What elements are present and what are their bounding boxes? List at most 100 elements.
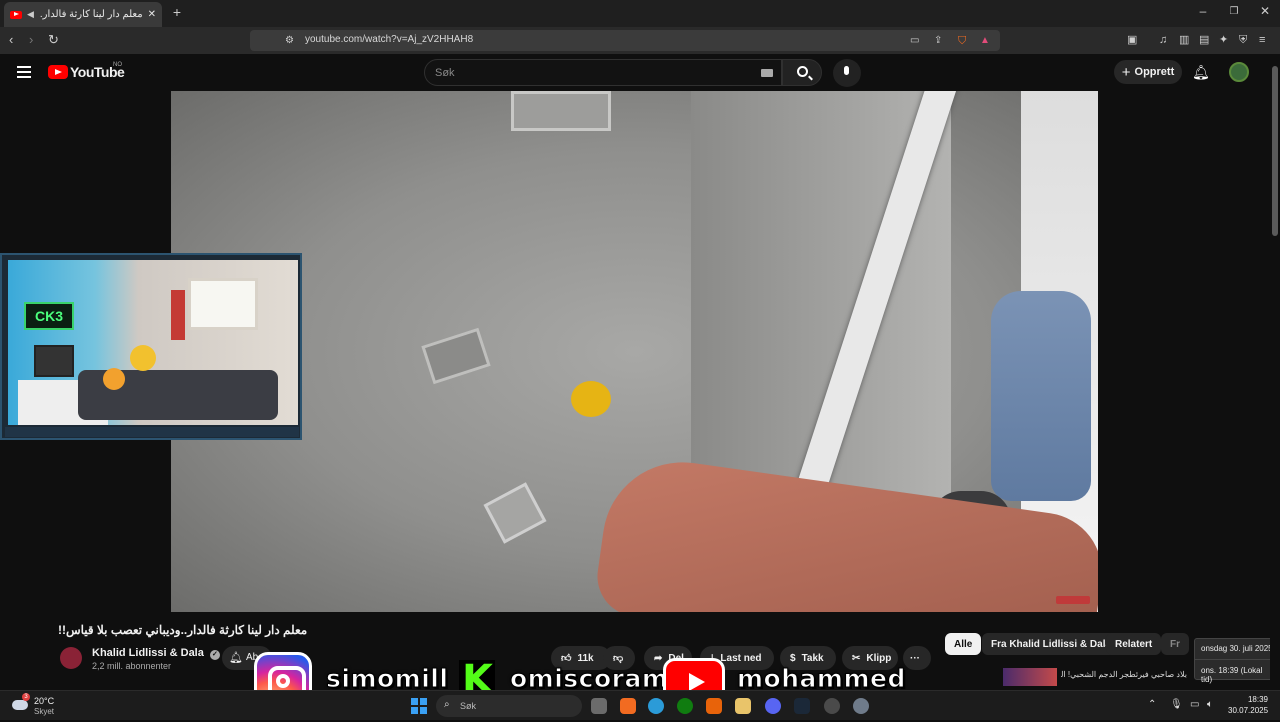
forward-icon[interactable]: ›	[29, 32, 33, 48]
search-icon	[797, 66, 808, 77]
vpn-icon[interactable]: ⛨	[1239, 32, 1247, 48]
browser-toolbar: ‹ › ↻ ⚑ ⚙ youtube.com/watch?v=Aj_zV2HHAH…	[0, 27, 1280, 54]
instagram-handle: simomill	[325, 664, 449, 694]
video-player[interactable]	[171, 91, 1098, 612]
channel-name[interactable]: Khalid Lidlissi & Dala ✓	[92, 647, 220, 660]
hamburger-menu-icon[interactable]	[17, 66, 31, 78]
weather-description: Skyet	[34, 707, 55, 716]
share-page-icon[interactable]: ⇪	[934, 33, 942, 49]
video-frame-person-legs	[991, 291, 1091, 501]
webcam-flag	[171, 290, 185, 340]
edge-icon[interactable]	[648, 698, 664, 714]
search-button[interactable]	[782, 59, 822, 86]
restore-button[interactable]: ❐	[1224, 6, 1244, 17]
video-title: معلم دار لينا كارثة فالدار..وديباني تعصب…	[58, 623, 308, 637]
steam-icon[interactable]	[794, 698, 810, 714]
youtube-logo-icon[interactable]	[48, 65, 68, 79]
account-avatar[interactable]	[1229, 62, 1249, 82]
plus-icon: +	[1121, 63, 1131, 81]
file-explorer-icon[interactable]	[735, 698, 751, 714]
tooltip-time: ons. 18:39 (Lokal tid)	[1201, 666, 1263, 684]
create-label: Opprett	[1134, 66, 1175, 78]
taskbar-search-text: Søk	[460, 701, 477, 711]
youtube-favicon-icon	[10, 10, 22, 19]
video-frame-yellow-cap	[571, 381, 611, 417]
chip-related[interactable]: Relatert	[1106, 633, 1162, 655]
leo-ai-icon[interactable]: ✦	[1219, 32, 1228, 48]
cloud-icon	[12, 700, 28, 710]
menu-icon[interactable]: ≡	[1259, 32, 1265, 48]
new-tab-button[interactable]: +	[167, 4, 187, 20]
taskbar: 3 20°C Skyet ⌕ Søk ⌃ 🎙︎ ▭ 🔈︎ 18:39 30.07…	[0, 690, 1280, 720]
browser-tab[interactable]: ◀ معلم دار لينا كارثة فالدار..وديباني...…	[4, 2, 162, 27]
tab-search-icon[interactable]: ▣	[1127, 32, 1137, 48]
brave-rewards-icon[interactable]: ▲	[980, 33, 990, 49]
discord-icon[interactable]	[765, 698, 781, 714]
recommended-thumbnail[interactable]	[1003, 668, 1057, 686]
clock[interactable]: 18:39 30.07.2025	[1228, 695, 1268, 715]
keyboard-icon[interactable]	[761, 69, 773, 77]
channel-avatar[interactable]	[60, 647, 82, 669]
weather-widget[interactable]: 3 20°C Skyet	[12, 693, 82, 717]
tab-close-icon[interactable]: ✕	[148, 9, 156, 20]
minimize-button[interactable]: –	[1193, 4, 1213, 18]
task-view-icon[interactable]	[591, 698, 607, 714]
verified-badge-icon: ✓	[209, 650, 220, 660]
xbox-icon[interactable]	[677, 698, 693, 714]
youtube-header: YouTube NO Søk + Opprett 🔔︎	[0, 54, 1280, 91]
reload-icon[interactable]: ↻	[48, 32, 59, 48]
webcam-tv	[34, 345, 74, 377]
window-close-button[interactable]: ✕	[1255, 4, 1275, 18]
temperature: 20°C	[34, 696, 55, 706]
webcam-overlay: CK3	[0, 253, 302, 440]
settings-icon[interactable]	[853, 698, 869, 714]
kick-handle: omiscoram	[509, 664, 669, 694]
page-scrollbar[interactable]	[1270, 56, 1280, 690]
address-bar[interactable]: ⚙ youtube.com/watch?v=Aj_zV2HHAH8 ▭ ⇪ ⛉ …	[250, 30, 1000, 51]
tab-title: معلم دار لينا كارثة فالدار..وديباني...	[39, 9, 143, 20]
browser-tab-strip: ◀ معلم دار لينا كارثة فالدار..وديباني...…	[0, 0, 1280, 27]
taskbar-search[interactable]: ⌕ Søk	[436, 695, 582, 717]
brave-browser-icon[interactable]	[620, 698, 636, 714]
search-input[interactable]: Søk	[424, 59, 782, 86]
channel-watermark-icon[interactable]	[1056, 596, 1090, 604]
neon-sign: CK3	[24, 302, 74, 330]
country-code: NO	[113, 62, 122, 68]
notification-badge: 3	[22, 693, 30, 701]
sidebar-icon[interactable]: ▥	[1179, 32, 1189, 48]
create-button[interactable]: + Opprett	[1114, 60, 1182, 84]
brave-shield-icon[interactable]: ⛉	[958, 33, 966, 49]
volume-icon[interactable]: 🔈︎	[1207, 699, 1213, 710]
subscribe-bell-icon: 🔔︎	[229, 652, 243, 664]
recommended-video[interactable]: بلاد صاحبي فيرئطجر الدجم الشحبي! الصلفة …	[1003, 668, 1188, 686]
app-icon[interactable]	[706, 698, 722, 714]
heart-eyes-emoji-icon	[103, 368, 125, 390]
media-icon[interactable]: ♫	[1159, 32, 1167, 48]
wallet-icon[interactable]: ▤	[1199, 32, 1209, 48]
tooltip-date: onsdag 30. juli 2025	[1201, 644, 1273, 653]
audio-icon[interactable]: ◀	[27, 9, 34, 20]
cast-icon[interactable]: ▭	[910, 33, 919, 49]
webcam-frame-bar	[5, 427, 299, 437]
windows-start-icon[interactable]	[411, 698, 427, 714]
obs-icon[interactable]	[824, 698, 840, 714]
back-icon[interactable]: ‹	[9, 32, 13, 48]
date-tooltip: onsdag 30. juli 2025 ons. 18:39 (Lokal t…	[1194, 638, 1276, 684]
microphone-icon[interactable]: 🎙︎	[1170, 699, 1183, 710]
tooltip-divider	[1195, 659, 1275, 660]
video-frame-tile	[421, 327, 491, 385]
scrollbar-thumb[interactable]	[1272, 66, 1278, 236]
voice-search-button[interactable]	[833, 59, 861, 87]
search-placeholder: Søk	[435, 67, 455, 79]
channel-name-text: Khalid Lidlissi & Dala	[92, 647, 204, 659]
chip-more[interactable]: Fr	[1161, 633, 1189, 655]
clock-time: 18:39	[1247, 695, 1268, 704]
network-icon[interactable]: ▭	[1190, 699, 1199, 710]
video-frame-tile	[511, 91, 611, 131]
notifications-bell-icon[interactable]: 🔔︎	[1192, 64, 1210, 81]
webcam-scene: CK3	[8, 260, 298, 425]
show-hidden-icons-icon[interactable]: ⌃	[1148, 699, 1156, 710]
clock-date: 30.07.2025	[1228, 706, 1269, 715]
site-info-icon[interactable]: ⚙	[285, 33, 294, 49]
url-text: youtube.com/watch?v=Aj_zV2HHAH8	[305, 34, 474, 45]
